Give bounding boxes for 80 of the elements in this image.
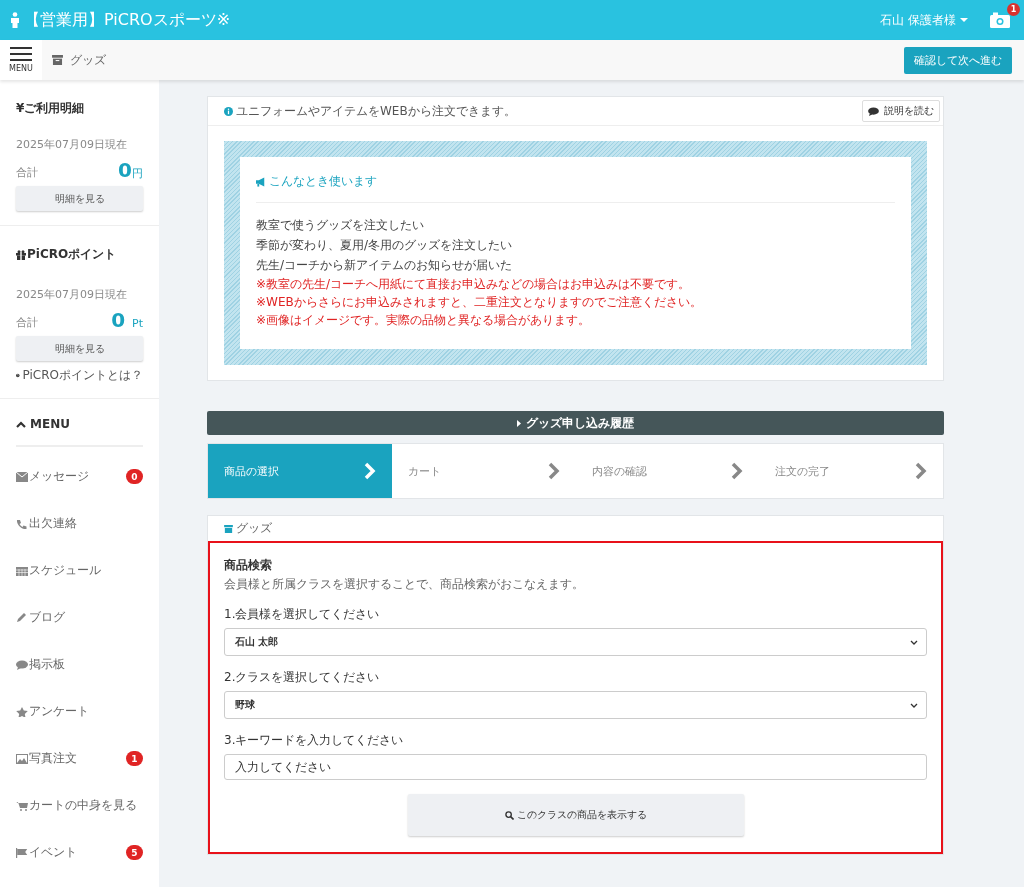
search-icon [504,810,514,820]
total-label: 合計 [16,315,38,330]
details-button[interactable]: 明細を見る [16,336,143,361]
keyword-field[interactable]: 入力してください [224,754,927,780]
menu-item[interactable]: 掲示板 [16,641,143,688]
note-text: ※教室の先生/コーチへ用紙にて直接お申込みなどの場合はお申込みは不要です。 [256,276,692,293]
menu-item[interactable]: 出欠連絡 [16,500,143,547]
menu-item[interactable]: アンケート [16,688,143,735]
chevron-right-icon [915,462,927,480]
gift-icon [16,249,26,260]
speech-bubble-icon [868,106,879,116]
usage-line: 教室で使うグッズを注文したい [256,217,425,234]
count-badge: 1 [126,751,143,766]
amount-value: 0円 [118,160,143,180]
usage-title: こんなとき使います [269,173,377,190]
menu-item[interactable]: 写真注文 1 [16,735,143,782]
cart-icon [16,800,28,811]
chevron-up-icon [16,420,26,428]
caret-right-icon [517,419,521,427]
step-item: カート [391,444,576,498]
camera-icon[interactable] [990,12,1010,28]
chevron-right-icon [547,462,560,480]
menu-item[interactable]: メッセージ 0 [16,453,143,500]
star-icon [16,706,28,717]
flag-icon [16,847,28,858]
member-select[interactable]: 石山 太郎 [224,628,927,656]
megaphone-icon [256,176,267,187]
breadcrumb: グッズ [70,51,106,69]
date-text: 2025年07月09日現在 [16,137,128,152]
step-item: 商品の選択 [208,444,392,498]
image-icon [16,753,28,764]
search-title: 商品検索 [224,557,273,574]
usage-line: 先生/コーチから新アイテムのお知らせが届いた [256,257,514,274]
card-header-text: ユニフォームやアイテムをWEBから注文できます。 [236,102,516,120]
show-products-button[interactable]: このクラスの商品を表示する [407,794,744,836]
count-badge: 5 [126,845,143,860]
caret-icon [960,18,968,22]
read-guide-button[interactable]: 説明を読む [862,100,940,122]
chevron-down-icon [910,639,918,645]
menu-button[interactable]: MENU [0,40,42,80]
field-label: 1.会員様を選択してください [224,606,381,623]
envelope-icon [16,471,28,482]
class-select[interactable]: 野球 [224,691,927,719]
step-item: 注文の完了 [759,444,943,498]
note-text: ※WEBからさらにお申込みされますと、二重注文となりますのでご注意ください。 [256,294,703,311]
notification-badge: 1 [1007,3,1020,16]
info-icon [224,106,233,116]
total-label: 合計 [16,165,38,180]
person-icon [10,12,20,28]
section-title: ¥ご利用明細 [16,100,86,117]
phone-icon [16,518,28,529]
details-button[interactable]: 明細を見る [16,186,143,211]
help-link[interactable]: PiCROポイントとは？ [22,367,143,384]
usage-line: 季節が変わり、夏用/冬用のグッズを注文したい [256,237,514,254]
menu-title: MENU [30,417,70,431]
app-title: 【営業用】PiCROスポーツ※ [24,9,231,31]
field-label: 2.クラスを選択してください [224,669,381,686]
count-badge: 0 [126,469,143,484]
note-text: ※画像はイメージです。実際の品物と異なる場合があります。 [256,312,592,329]
menu-item[interactable]: スケジュール [16,547,143,594]
speech-bubble-icon [16,659,28,670]
calendar-icon [16,565,28,576]
chevron-down-icon [910,702,918,708]
menu-icon [10,47,32,61]
date-text: 2025年07月09日現在 [16,287,128,302]
archive-icon [52,55,63,65]
menu-item[interactable]: ブログ [16,594,143,641]
search-description: 会員様と所属クラスを選択することで、商品検索がおこなえます。 [224,576,585,593]
points-value: 0 Pt [111,310,143,330]
history-bar[interactable]: グッズ申し込み履歴 [207,411,944,435]
step-item: 内容の確認 [575,444,760,498]
pencil-icon [16,612,28,623]
chevron-right-icon [363,462,376,480]
card-header-text: グッズ [236,520,272,537]
field-label: 3.キーワードを入力してください [224,732,405,749]
section-title: PiCROポイント [27,246,117,263]
archive-icon [224,524,233,533]
chevron-right-icon [731,462,744,480]
menu-item[interactable]: イベント 5 [16,829,143,876]
menu-item[interactable]: カートの中身を見る [16,782,143,829]
